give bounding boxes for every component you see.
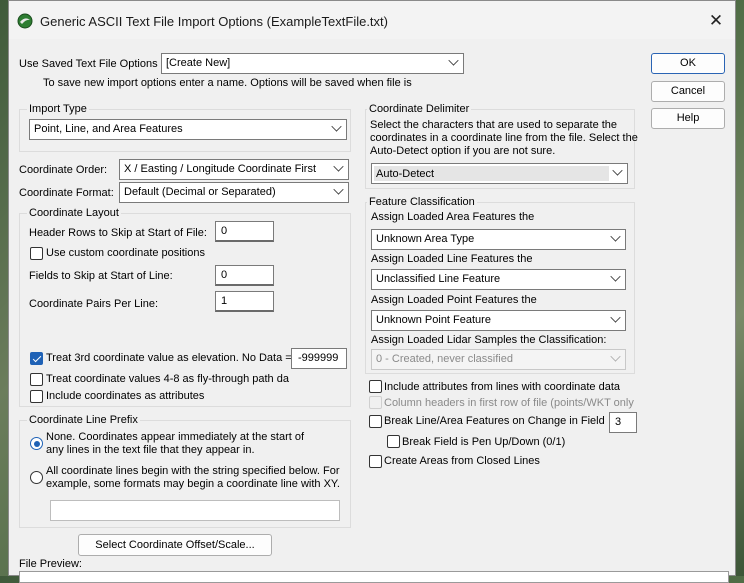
pairs-per-line-label: Coordinate Pairs Per Line: (29, 298, 159, 310)
include-attrs-checkbox[interactable] (369, 380, 382, 393)
closed-lines-checkbox[interactable] (369, 455, 382, 468)
flythrough-checkbox[interactable] (30, 373, 43, 386)
col-headers-checkbox[interactable] (369, 396, 382, 409)
prefix-string-input[interactable] (50, 500, 340, 521)
delimiter-value: Auto-Detect (374, 166, 609, 181)
chevron-down-icon (610, 351, 621, 362)
break-line-label: Break Line/Area Features on Change in Fi… (384, 415, 605, 427)
coord-format-select[interactable]: Default (Decimal or Separated) (119, 182, 349, 203)
chevron-down-icon (610, 271, 621, 282)
delimiter-select[interactable]: Auto-Detect (371, 163, 628, 184)
elevation-checkbox[interactable] (30, 352, 43, 365)
line-class-value: Unclassified Line Feature (376, 273, 501, 285)
line-prefix-label: Coordinate Line Prefix (27, 414, 140, 426)
chevron-down-icon (333, 184, 344, 195)
saved-options-value: [Create New] (166, 57, 231, 69)
coord-layout-label: Coordinate Layout (27, 207, 121, 219)
chevron-down-icon (448, 55, 459, 66)
delimiter-label: Coordinate Delimiter (367, 103, 472, 115)
delimiter-desc-2: coordinates in a coordinate line from th… (370, 132, 638, 144)
prefix-none-radio[interactable] (30, 437, 43, 450)
line-class-select[interactable]: Unclassified Line Feature (371, 269, 626, 290)
break-field-input[interactable]: 3 (609, 412, 637, 433)
chevron-down-icon (612, 165, 623, 176)
fields-skip-label: Fields to Skip at Start of Line: (29, 270, 173, 282)
prefix-all-line2: example, some formats may begin a coordi… (46, 478, 340, 490)
saved-options-hint: To save new import options enter a name.… (43, 77, 412, 89)
classification-label: Feature Classification (367, 196, 477, 208)
point-class-label: Assign Loaded Point Features the (371, 294, 537, 306)
closed-lines-label: Create Areas from Closed Lines (384, 455, 540, 467)
help-button[interactable]: Help (651, 108, 725, 129)
prefix-none-line1: None. Coordinates appear immediately at … (46, 431, 305, 443)
close-icon[interactable]: ✕ (705, 10, 727, 32)
cancel-button[interactable]: Cancel (651, 81, 725, 102)
area-class-value: Unknown Area Type (376, 233, 475, 245)
coord-order-label: Coordinate Order: (19, 164, 108, 176)
include-coords-checkbox[interactable] (30, 390, 43, 403)
include-coords-label: Include coordinates as attributes (46, 390, 205, 402)
app-globe-icon (17, 13, 33, 29)
import-type-label: Import Type (27, 103, 89, 115)
saved-options-label: Use Saved Text File Options (19, 58, 158, 70)
pairs-per-line-input[interactable]: 1 (215, 291, 274, 312)
custom-positions-checkbox[interactable] (30, 247, 43, 260)
coord-format-label: Coordinate Format: (19, 187, 114, 199)
header-rows-label: Header Rows to Skip at Start of File: (29, 227, 207, 239)
ok-button[interactable]: OK (651, 53, 725, 74)
file-preview-label: File Preview: (19, 558, 82, 570)
coord-order-value: X / Easting / Longitude Coordinate First (124, 163, 316, 175)
flythrough-label: Treat coordinate values 4-8 as fly-throu… (46, 373, 289, 385)
chevron-down-icon (331, 121, 342, 132)
lidar-class-label: Assign Loaded Lidar Samples the Classifi… (371, 334, 607, 346)
offset-scale-button[interactable]: Select Coordinate Offset/Scale... (78, 534, 272, 556)
saved-options-select[interactable]: [Create New] (161, 53, 464, 74)
header-rows-input[interactable]: 0 (215, 221, 274, 242)
lidar-class-select[interactable]: 0 - Created, never classified (371, 349, 626, 370)
chevron-down-icon (610, 312, 621, 323)
window-title: Generic ASCII Text File Import Options (… (40, 14, 388, 29)
title-bar: Generic ASCII Text File Import Options (… (9, 1, 735, 39)
include-attrs-label: Include attributes from lines with coord… (384, 381, 621, 393)
prefix-none-line2: any lines in the text file that they app… (46, 444, 255, 456)
area-class-select[interactable]: Unknown Area Type (371, 229, 626, 250)
lidar-class-value: 0 - Created, never classified (376, 353, 513, 365)
file-preview-box (19, 571, 729, 583)
custom-positions-label: Use custom coordinate positions (46, 247, 205, 259)
delimiter-desc-1: Select the characters that are used to s… (370, 119, 618, 131)
point-class-value: Unknown Point Feature (376, 314, 491, 326)
line-class-label: Assign Loaded Line Features the (371, 253, 533, 265)
elevation-label: Treat 3rd coordinate value as elevation.… (46, 352, 292, 364)
import-options-dialog: Generic ASCII Text File Import Options (… (8, 0, 736, 583)
chevron-down-icon (333, 161, 344, 172)
pen-up-checkbox[interactable] (387, 435, 400, 448)
break-line-checkbox[interactable] (369, 415, 382, 428)
nodata-input[interactable]: -999999 (291, 348, 347, 369)
import-type-value: Point, Line, and Area Features (34, 123, 183, 135)
chevron-down-icon (610, 231, 621, 242)
coord-order-select[interactable]: X / Easting / Longitude Coordinate First (119, 159, 349, 180)
prefix-all-radio[interactable] (30, 471, 43, 484)
fields-skip-input[interactable]: 0 (215, 265, 274, 286)
col-headers-label: Column headers in first row of file (poi… (384, 397, 634, 409)
area-class-label: Assign Loaded Area Features the (371, 211, 535, 223)
coord-format-value: Default (Decimal or Separated) (124, 186, 276, 198)
point-class-select[interactable]: Unknown Point Feature (371, 310, 626, 331)
delimiter-desc-3: Auto-Detect option if you are not sure. (370, 145, 556, 157)
pen-up-label: Break Field is Pen Up/Down (0/1) (402, 436, 566, 448)
prefix-all-line1: All coordinate lines begin with the stri… (46, 465, 340, 477)
import-type-select[interactable]: Point, Line, and Area Features (29, 119, 347, 140)
